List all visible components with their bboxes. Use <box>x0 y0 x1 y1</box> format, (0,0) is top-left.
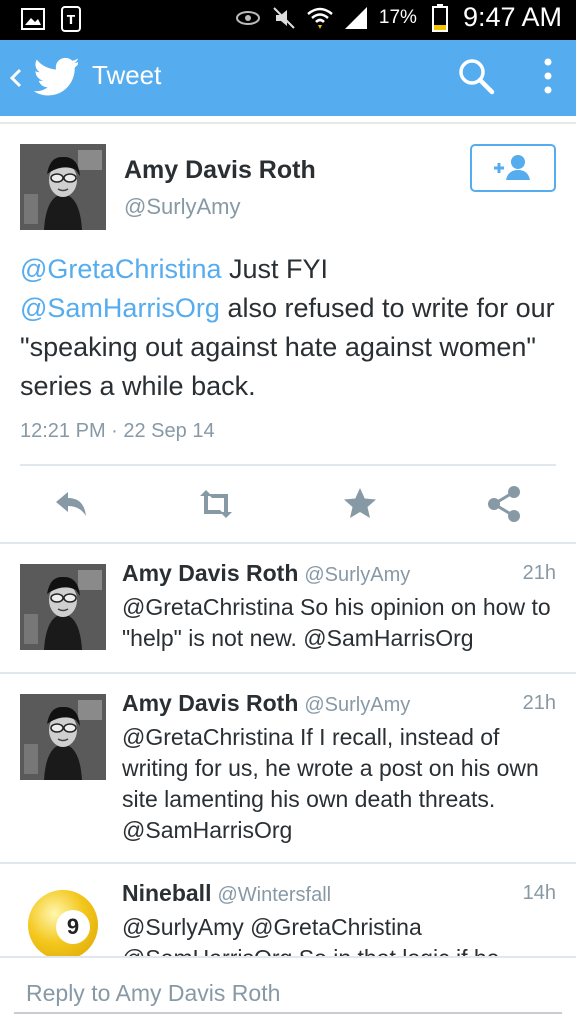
mute-icon <box>271 5 297 31</box>
avatar[interactable] <box>20 564 106 650</box>
signal-icon <box>343 5 369 31</box>
search-icon[interactable] <box>456 56 496 96</box>
reply-author[interactable]: Amy Davis Roth @SurlyAmy <box>122 560 410 587</box>
battery-icon <box>427 3 453 32</box>
reply-author-name: Nineball <box>122 880 212 906</box>
avatar-label: 9 <box>56 910 90 944</box>
status-bar: T 17% 9:47 AM <box>0 0 576 40</box>
retweet-icon[interactable] <box>194 484 234 524</box>
avatar[interactable] <box>20 144 106 230</box>
gallery-icon <box>20 6 46 32</box>
reply-text: @GretaChristina If I recall, instead of … <box>122 724 539 843</box>
author-name[interactable]: Amy Davis Roth <box>124 156 316 185</box>
reply-author[interactable]: Amy Davis Roth @SurlyAmy <box>122 690 410 717</box>
mention-link[interactable]: @GretaChristina <box>20 254 221 284</box>
reply-author-name: Amy Davis Roth <box>122 560 299 586</box>
reply-time: 21h <box>522 692 556 714</box>
follow-button[interactable] <box>470 144 556 192</box>
avatar[interactable] <box>20 694 106 780</box>
reply-time: 14h <box>522 882 556 904</box>
list-item[interactable]: Amy Davis Roth @SurlyAmy 21h @GretaChrist… <box>0 544 576 672</box>
reply-author-name: Amy Davis Roth <box>122 690 299 716</box>
eye-icon <box>235 5 261 31</box>
author-handle[interactable]: @SurlyAmy <box>124 194 240 220</box>
reply-author[interactable]: Nineball @Wintersfall <box>122 880 331 907</box>
twitter-bird-icon[interactable] <box>33 56 80 96</box>
svg-text:T: T <box>67 13 76 27</box>
tmobile-icon: T <box>58 6 84 32</box>
app-bar: Tweet <box>0 40 576 116</box>
reply-input[interactable] <box>14 974 562 1014</box>
tweet-timestamp: 12:21 PM · 22 Sep 14 <box>20 420 215 442</box>
reply-author-handle: @SurlyAmy <box>304 694 411 716</box>
tweet-text-segment: Just FYI <box>221 254 329 284</box>
reply-text: @GretaChristina So his opinion on how to… <box>122 594 551 651</box>
avatar[interactable]: 9 <box>28 890 98 956</box>
mention-link[interactable]: @SamHarrisOrg <box>20 293 220 323</box>
tweet-text: @GretaChristina Just FYI @SamHarrisOrg a… <box>20 250 560 406</box>
wifi-icon <box>307 5 333 31</box>
list-item[interactable]: Amy Davis Roth @SurlyAmy 21h @GretaChrist… <box>0 674 576 862</box>
page-title: Tweet <box>92 60 162 90</box>
divider <box>20 464 556 466</box>
reply-text: @SurlyAmy @GretaChristina @SamHarrisOrg … <box>122 914 499 956</box>
clock: 9:47 AM <box>462 2 562 32</box>
overflow-menu-icon[interactable] <box>536 56 560 96</box>
list-item[interactable]: 9 Nineball @Wintersfall 14h @SurlyAmy @Gr… <box>0 864 576 956</box>
reply-composer <box>0 956 576 1024</box>
reply-time: 21h <box>522 562 556 584</box>
main-tweet: Amy Davis Roth @SurlyAmy @GretaChristina… <box>0 124 576 544</box>
battery-percent: 17% <box>378 6 417 28</box>
add-user-icon <box>472 155 554 194</box>
share-icon[interactable] <box>484 484 524 524</box>
reply-author-handle: @Wintersfall <box>217 884 332 906</box>
reply-icon[interactable] <box>52 484 92 524</box>
back-icon[interactable] <box>6 62 28 94</box>
favorite-icon[interactable] <box>340 484 380 524</box>
reply-author-handle: @SurlyAmy <box>304 564 411 586</box>
